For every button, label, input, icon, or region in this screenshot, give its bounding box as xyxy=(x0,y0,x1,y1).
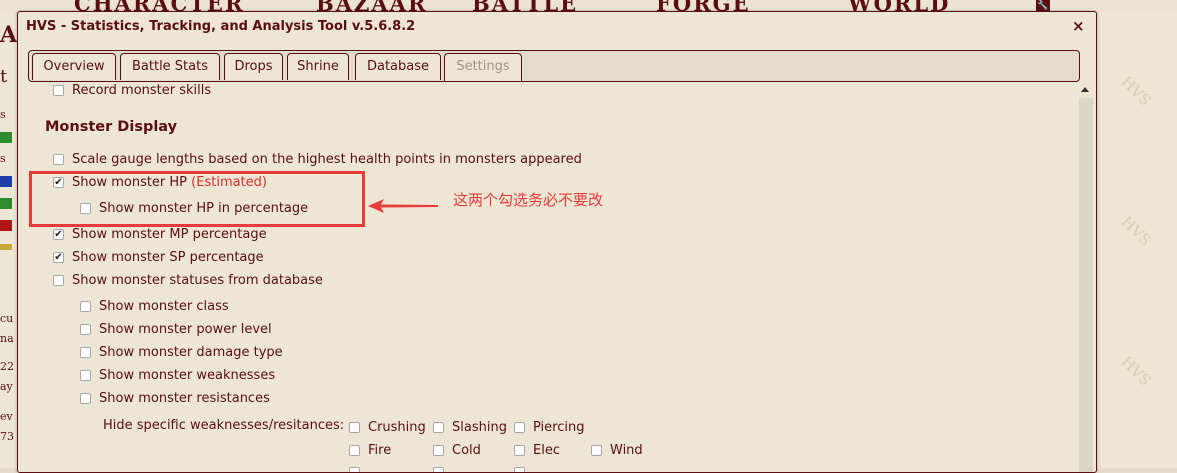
bg-watermark: HVS xyxy=(1117,72,1155,110)
show-damage-type-checkbox[interactable] xyxy=(80,347,91,358)
bg-fragment: s xyxy=(0,108,6,121)
show-mp-checkbox[interactable]: ✔ xyxy=(53,229,64,240)
scale-gauge-checkbox[interactable] xyxy=(53,154,64,165)
bg-fragment: t xyxy=(0,66,8,87)
crushing-label: Crushing xyxy=(368,420,426,435)
cold-label: Cold xyxy=(452,443,481,458)
annotation-arrow-icon xyxy=(368,199,438,213)
wind-checkbox[interactable] xyxy=(591,445,602,456)
show-power-checkbox[interactable] xyxy=(80,324,91,335)
show-statuses-checkbox[interactable] xyxy=(53,275,64,286)
bg-fragment: s xyxy=(0,152,6,165)
section-heading-monster-display: Monster Display xyxy=(45,119,178,135)
tab-shrine[interactable]: Shrine xyxy=(287,53,349,80)
bg-fragment: na xyxy=(0,332,14,345)
annotation-note: 这两个勾选务必不要改 xyxy=(453,191,604,209)
dialog-title: HVS - Statistics, Tracking, and Analysis… xyxy=(26,19,416,34)
elec-checkbox[interactable] xyxy=(514,445,525,456)
piercing-checkbox[interactable] xyxy=(514,422,525,433)
dialog-titlebar[interactable]: HVS - Statistics, Tracking, and Analysis… xyxy=(18,12,1096,42)
tab-overview[interactable]: Overview xyxy=(32,53,116,80)
show-sp-label: Show monster SP percentage xyxy=(72,250,264,265)
bg-overcharge-bar xyxy=(0,220,12,231)
bg-fragment: ev xyxy=(0,410,13,423)
background-left-column: A t s s cu na 22 ay ev 73 xyxy=(0,12,17,468)
bg-watermark: HVS xyxy=(1117,212,1155,250)
show-weaknesses-label: Show monster weaknesses xyxy=(99,368,276,383)
cold-checkbox[interactable] xyxy=(433,445,444,456)
settings-panel: Record monster skills Monster Display Sc… xyxy=(18,83,1078,472)
bg-mana-bar xyxy=(0,176,12,187)
show-class-label: Show monster class xyxy=(99,299,229,314)
bg-fragment: 73 xyxy=(0,430,14,443)
bg-fragment: cu xyxy=(0,312,14,325)
bg-fragment: ay xyxy=(0,380,13,393)
bg-fragment: A xyxy=(0,22,17,48)
scale-gauge-label: Scale gauge lengths based on the highest… xyxy=(72,152,582,167)
show-resistances-label: Show monster resistances xyxy=(99,391,270,406)
show-class-checkbox[interactable] xyxy=(80,301,91,312)
hvs-dialog: HVS - Statistics, Tracking, and Analysis… xyxy=(17,11,1097,473)
record-skills-checkbox[interactable] xyxy=(53,85,64,96)
bg-fragment: 22 xyxy=(0,360,14,373)
settings-scrollbar[interactable] xyxy=(1078,83,1094,472)
tab-drops[interactable]: Drops xyxy=(224,53,283,80)
close-icon[interactable]: × xyxy=(1072,18,1085,34)
hide-specific-label: Hide specific weaknesses/resitances: xyxy=(103,418,345,433)
bg-health-bar xyxy=(0,132,12,143)
show-power-label: Show monster power level xyxy=(99,322,272,337)
bg-spirit-bar xyxy=(0,198,12,209)
show-damage-type-label: Show monster damage type xyxy=(99,345,283,360)
bg-watermark: HVS xyxy=(1117,352,1155,390)
scroll-up-icon[interactable] xyxy=(1081,87,1089,92)
scrollbar-thumb[interactable] xyxy=(1079,98,1093,472)
show-statuses-label: Show monster statuses from database xyxy=(72,273,323,288)
annotation-highlight-box xyxy=(29,171,365,227)
tab-settings[interactable]: Settings xyxy=(444,53,522,81)
show-sp-checkbox[interactable]: ✔ xyxy=(53,252,64,263)
piercing-label: Piercing xyxy=(533,420,585,435)
fire-label: Fire xyxy=(368,443,392,458)
record-skills-label: Record monster skills xyxy=(72,83,212,98)
elec-label: Elec xyxy=(533,443,560,458)
show-mp-label: Show monster MP percentage xyxy=(72,227,267,242)
show-resistances-checkbox[interactable] xyxy=(80,393,91,404)
background-right-column: HVS HVS HVS xyxy=(1097,12,1177,468)
show-weaknesses-checkbox[interactable] xyxy=(80,370,91,381)
tab-battle-stats[interactable]: Battle Stats xyxy=(120,53,220,80)
bg-gauge-bar xyxy=(0,244,12,250)
slashing-label: Slashing xyxy=(452,420,507,435)
tab-database[interactable]: Database xyxy=(355,53,441,80)
slashing-checkbox[interactable] xyxy=(433,422,444,433)
wind-label: Wind xyxy=(610,443,643,458)
crushing-checkbox[interactable] xyxy=(349,422,360,433)
fire-checkbox[interactable] xyxy=(349,445,360,456)
tab-bar: Overview Battle Stats Drops Shrine Datab… xyxy=(28,50,1080,82)
